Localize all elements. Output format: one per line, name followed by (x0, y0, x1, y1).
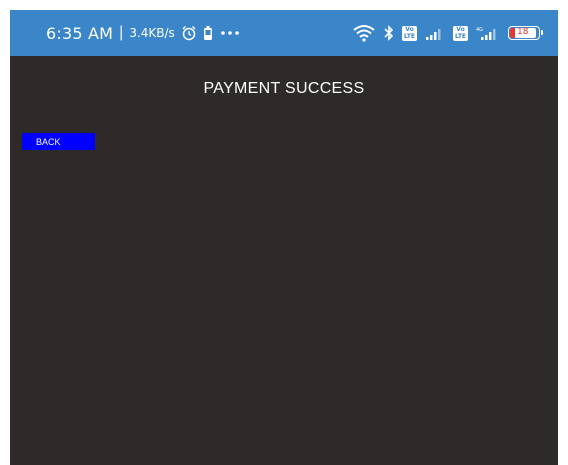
back-button[interactable]: BACK (22, 133, 95, 150)
battery-low-indicator (510, 28, 515, 38)
status-separator: | (119, 24, 124, 41)
page-title: PAYMENT SUCCESS (203, 80, 365, 97)
status-bar-left: 6:35 AM | 3.4KB/s (46, 22, 241, 44)
volte-icon: Vo LTE (402, 25, 417, 41)
alarm-icon (181, 25, 197, 41)
status-bar: 6:35 AM | 3.4KB/s Vo LTE Vo LTE 4G 18 (10, 10, 558, 56)
wifi-icon (352, 24, 376, 42)
status-bar-right: Vo LTE Vo LTE 4G 18 (352, 22, 543, 44)
app-screen: 6:35 AM | 3.4KB/s Vo LTE Vo LTE 4G 18 PA… (10, 10, 558, 465)
battery-level: 18 (517, 27, 529, 37)
status-time: 6:35 AM (46, 23, 114, 43)
battery-saver-icon (203, 25, 213, 41)
more-dots-icon (219, 25, 241, 41)
bluetooth-icon (384, 24, 394, 42)
signal-icon (425, 25, 445, 41)
svg-text:4G: 4G (476, 27, 483, 33)
signal-icon-sim2: 4G (476, 25, 500, 41)
volte-icon-sim2: Vo LTE (453, 25, 468, 41)
battery-icon: 18 (508, 26, 543, 40)
network-speed: 3.4KB/s (129, 26, 175, 40)
